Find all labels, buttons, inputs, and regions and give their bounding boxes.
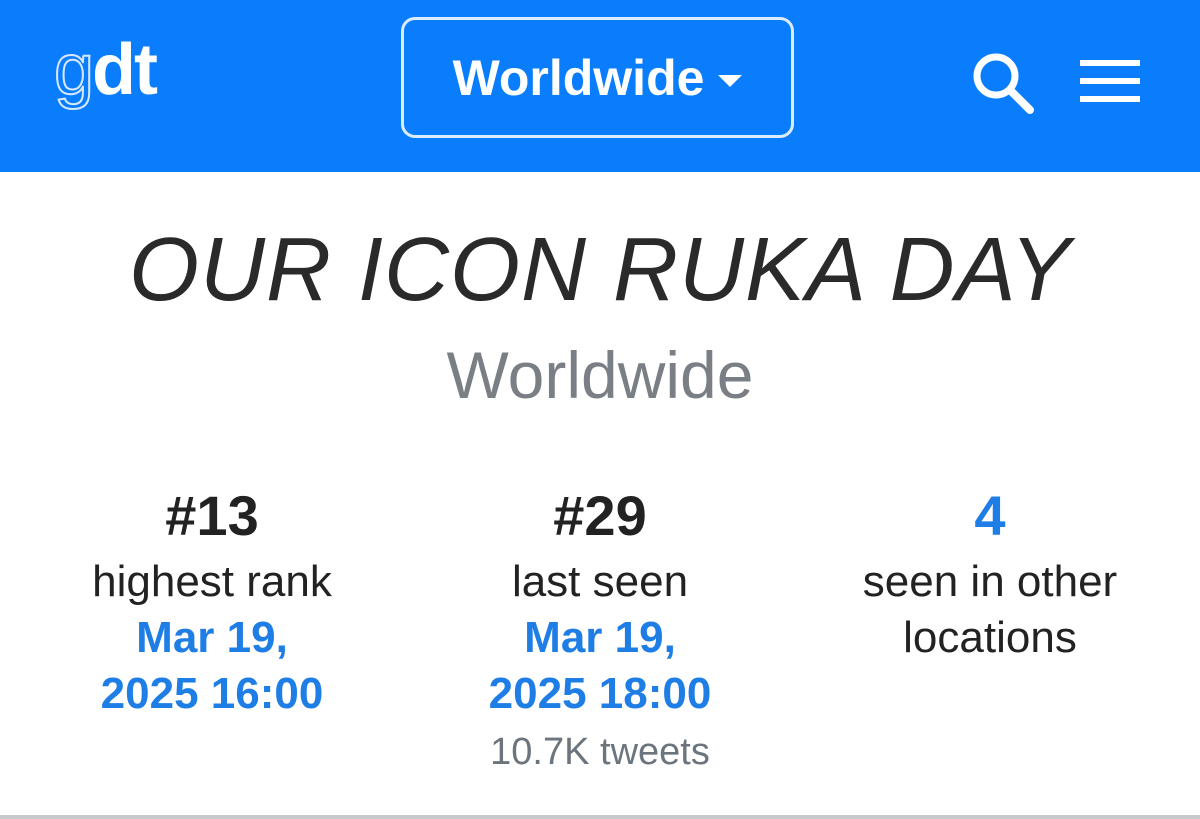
highest-rank-label: highest rank — [92, 557, 332, 606]
highest-rank-date-line2: 2025 16:00 — [100, 669, 324, 718]
tweet-count: 10.7K tweets — [490, 731, 710, 773]
menu-icon — [1080, 60, 1140, 102]
last-seen-date-line2: 2025 18:00 — [488, 669, 712, 718]
last-seen-value: #29 — [553, 484, 647, 547]
other-locations-label-line2: locations — [903, 613, 1077, 662]
search-button[interactable] — [966, 48, 1042, 118]
stat-highest-rank: #13 highest rank Mar 19, 2025 16:00 — [22, 478, 402, 722]
logo-letters-dt: dt — [92, 30, 158, 110]
trend-title: OUR ICON RUKA DAY — [128, 220, 1072, 320]
last-seen-date-link[interactable]: Mar 19, 2025 18:00 — [410, 610, 790, 722]
divider — [0, 815, 1200, 819]
top-navbar: gdt Worldwide — [0, 0, 1200, 172]
last-seen-label: last seen — [511, 557, 689, 606]
other-locations-count[interactable]: 4 — [800, 478, 1180, 554]
last-seen-date-line1: Mar 19, — [524, 613, 676, 662]
trend-location: Worldwide — [446, 338, 754, 412]
site-logo[interactable]: gdt — [53, 29, 158, 111]
highest-rank-date-line1: Mar 19, — [136, 613, 288, 662]
highest-rank-value: #13 — [165, 484, 259, 547]
stat-last-seen: #29 last seen Mar 19, 2025 18:00 10.7K t… — [410, 478, 790, 782]
stat-other-locations[interactable]: 4 seen in other locations — [800, 478, 1180, 666]
other-locations-label-line1: seen in other — [862, 557, 1118, 606]
logo-letter-g: g — [53, 29, 95, 111]
location-dropdown[interactable]: Worldwide — [401, 17, 794, 138]
location-dropdown-label: Worldwide — [452, 49, 705, 106]
menu-button[interactable] — [1074, 52, 1146, 112]
search-icon — [973, 53, 1034, 114]
highest-rank-date-link[interactable]: Mar 19, 2025 16:00 — [22, 610, 402, 722]
chevron-down-icon — [718, 74, 743, 87]
